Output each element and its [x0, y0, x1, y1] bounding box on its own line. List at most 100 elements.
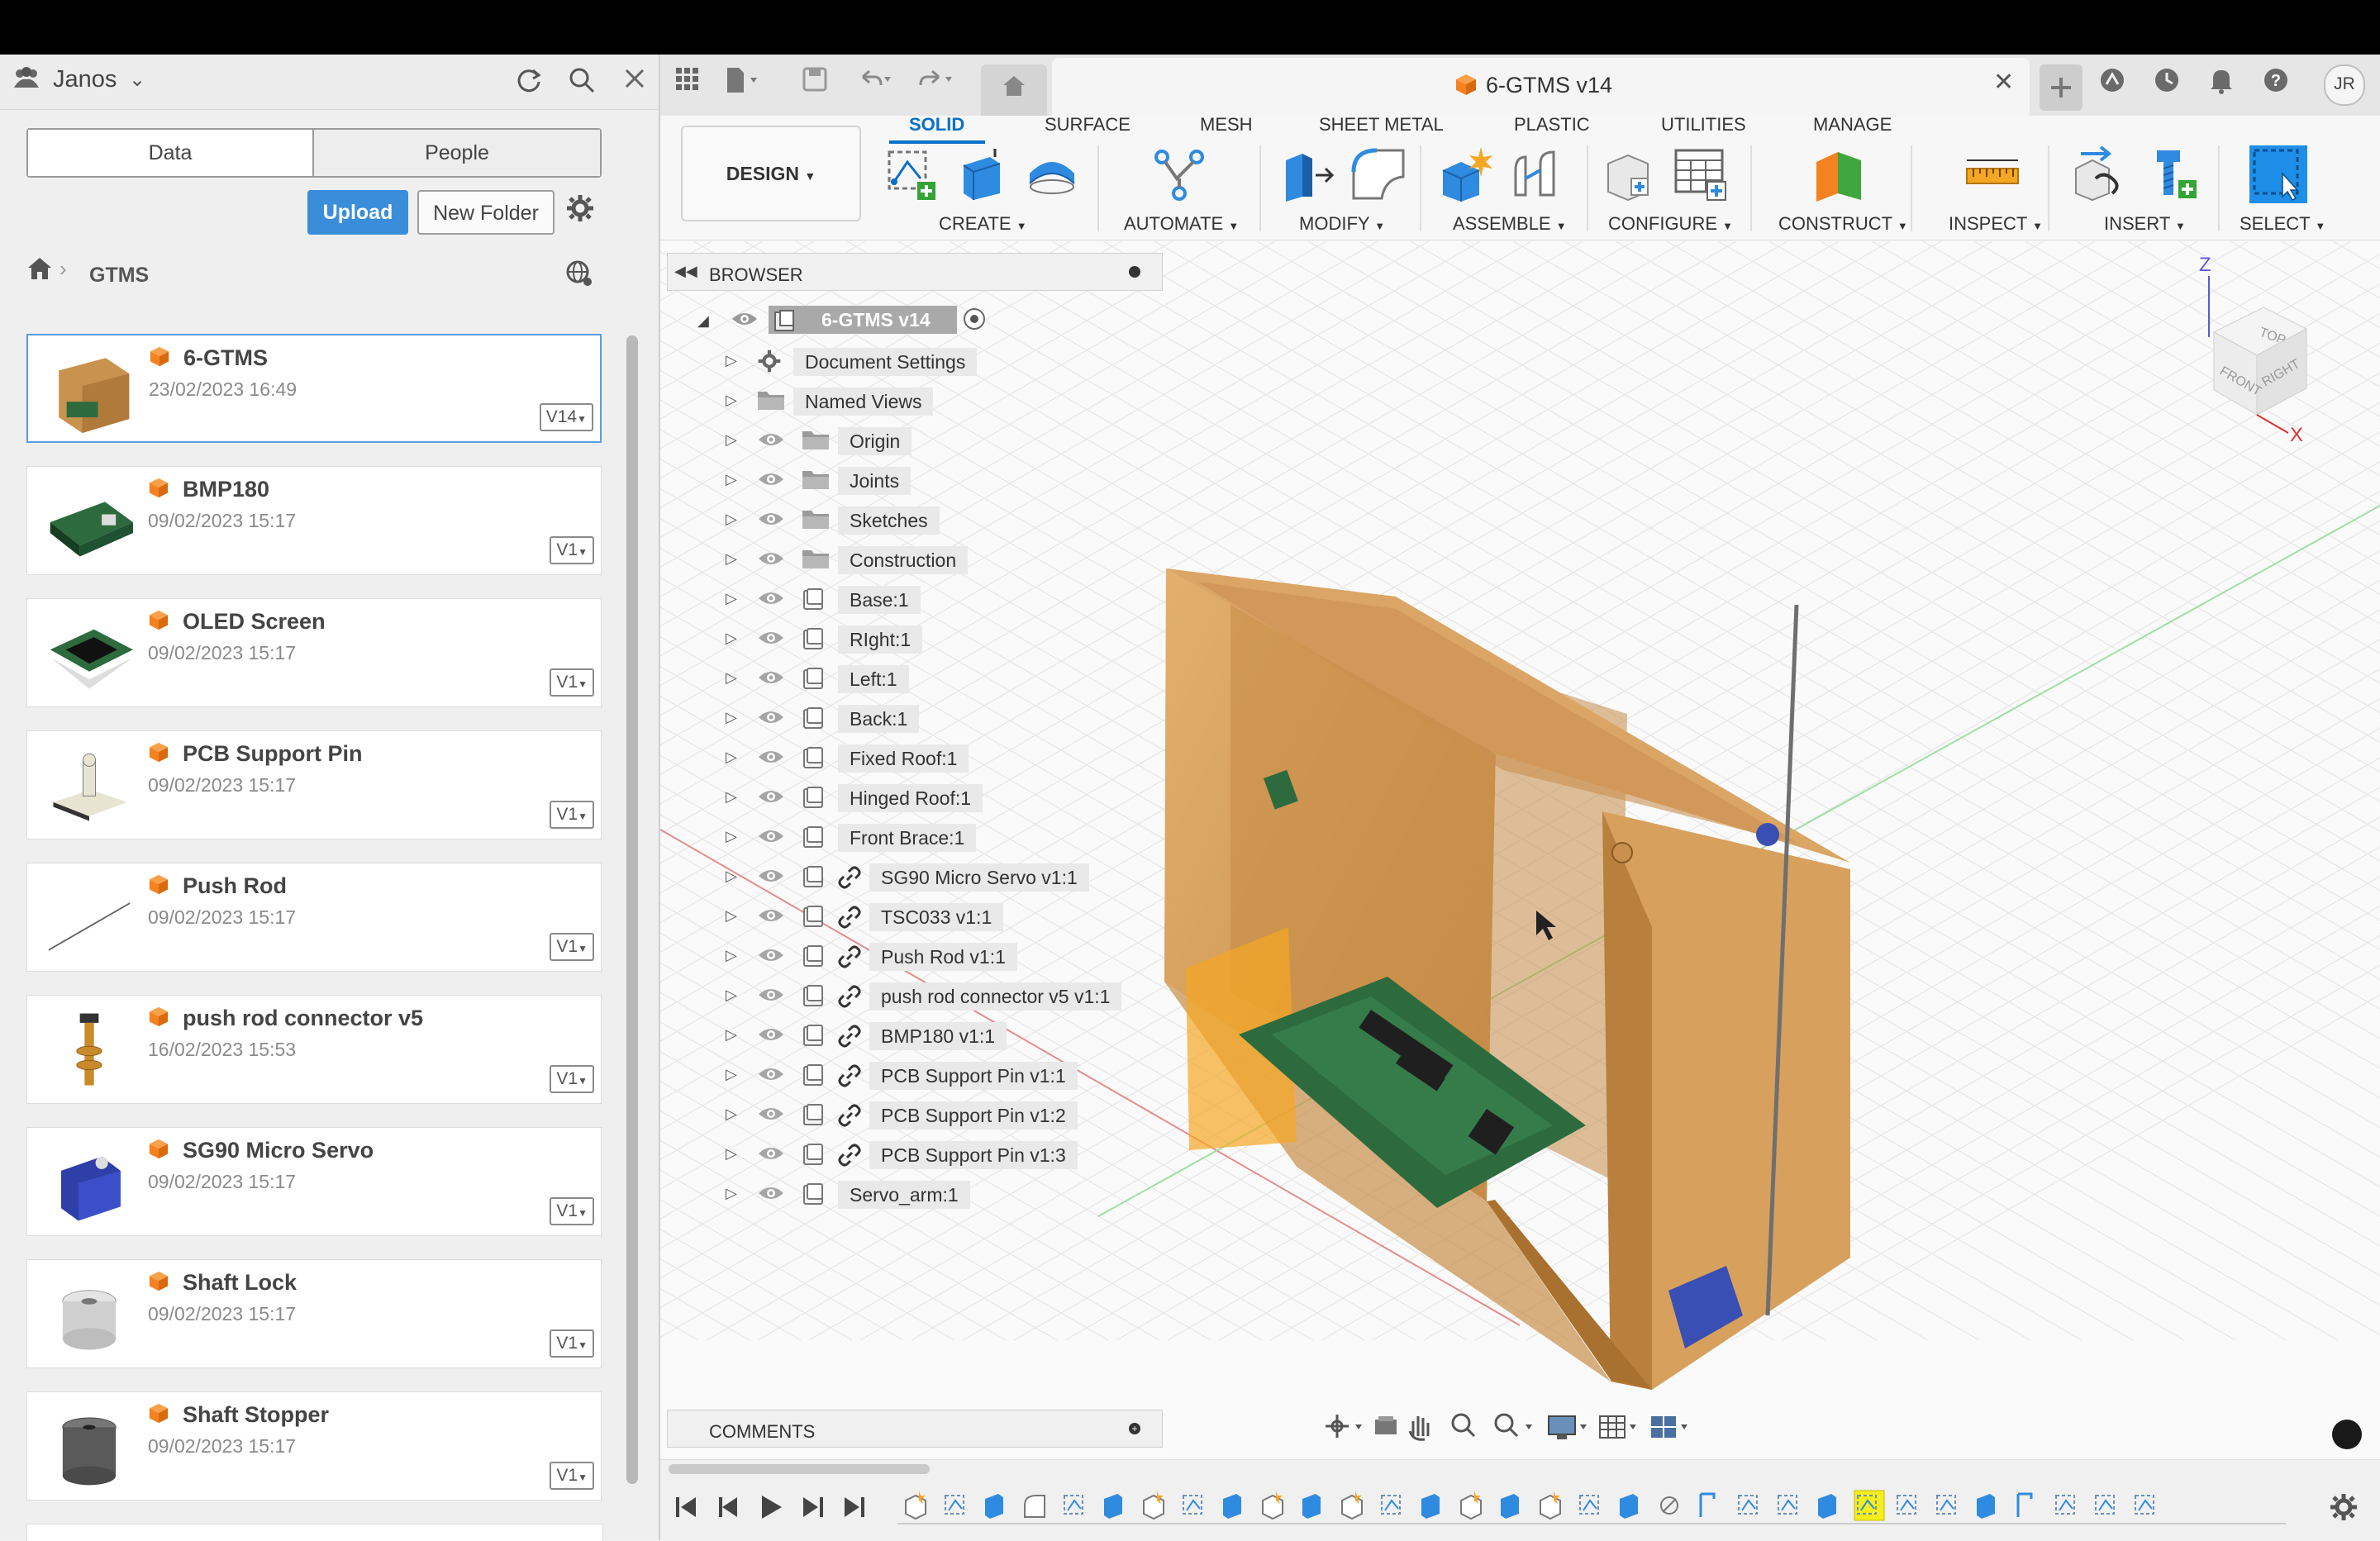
expand-triangle-icon[interactable]: ▷ [726, 947, 737, 964]
tree-node[interactable]: ▷ Push Rod v1:1 [678, 940, 1173, 973]
version-dropdown[interactable]: V14▼ [539, 403, 593, 431]
version-dropdown[interactable]: V1▼ [550, 668, 594, 697]
eye-icon[interactable] [757, 785, 785, 810]
tree-node[interactable]: ▷ PCB Support Pin v1:3 [678, 1139, 1173, 1172]
close-panel-icon[interactable] [618, 65, 651, 98]
save-icon[interactable] [797, 66, 833, 102]
file-thumbnail[interactable] [40, 875, 138, 961]
group-configure[interactable]: CONFIGURE ▼ [1608, 213, 1733, 235]
grid-settings-icon[interactable] [1599, 1415, 1636, 1439]
eye-icon[interactable] [757, 1063, 785, 1087]
file-thumbnail[interactable] [40, 743, 138, 829]
tree-node[interactable]: ▷ Servo_arm:1 [678, 1178, 1173, 1211]
eye-icon[interactable] [757, 587, 785, 611]
eye-icon[interactable] [757, 983, 785, 1008]
file-name[interactable]: Push Rod [183, 873, 287, 899]
new-folder-button[interactable]: New Folder [417, 190, 555, 235]
expand-triangle-icon[interactable]: ▷ [726, 1026, 737, 1044]
timeline-feature-sketch-icon[interactable] [1854, 1490, 1885, 1521]
group-select[interactable]: SELECT ▼ [2240, 213, 2325, 235]
insert-derive-icon[interactable] [2071, 145, 2129, 203]
expand-triangle-icon[interactable]: ▷ [726, 669, 737, 687]
timeline-feature-sketch-icon[interactable] [2095, 1495, 2115, 1515]
press-pull-icon[interactable] [1279, 145, 1337, 203]
expand-triangle-icon[interactable]: ▷ [726, 1145, 737, 1163]
display-settings-icon[interactable] [1548, 1415, 1587, 1439]
expand-triangle-icon[interactable]: ▷ [726, 828, 737, 845]
expand-triangle-icon[interactable]: ▷ [726, 630, 737, 647]
tree-node[interactable]: ▷ Back:1 [678, 702, 1173, 735]
file-thumbnail[interactable] [40, 1272, 138, 1358]
refresh-icon[interactable] [512, 65, 545, 98]
timeline-settings-icon[interactable] [2329, 1492, 2359, 1526]
tree-node[interactable]: ▷ Construction [678, 544, 1173, 577]
file-name[interactable]: PCB Support Pin [183, 741, 363, 767]
file-card[interactable]: Shaft Lock 09/02/2023 15:17 V1▼ [26, 1259, 602, 1368]
play-icon[interactable] [762, 1496, 782, 1519]
timeline-feature-extrude-icon[interactable] [1818, 1494, 1836, 1519]
group-modify[interactable]: MODIFY ▼ [1299, 213, 1385, 235]
eye-icon[interactable] [757, 507, 785, 532]
file-name[interactable]: BMP180 [183, 477, 269, 502]
expand-triangle-icon[interactable]: ▷ [726, 431, 737, 449]
feedback-icon[interactable] [2332, 1420, 2362, 1449]
pin-icon[interactable] [1129, 266, 1140, 278]
tree-node[interactable]: ▷ Left:1 [678, 663, 1173, 696]
chevron-down-icon[interactable]: ⌄ [129, 68, 145, 92]
upload-button[interactable]: Upload [307, 190, 408, 235]
timeline-feature-comp-icon[interactable] [1460, 1491, 1482, 1520]
redo-icon[interactable] [919, 66, 955, 102]
expand-triangle-icon[interactable]: ▷ [726, 987, 737, 1004]
collapse-triangle-icon[interactable]: ◢ [697, 312, 709, 330]
viewports-icon[interactable] [1651, 1416, 1687, 1438]
version-dropdown[interactable]: V1▼ [550, 801, 594, 829]
file-card[interactable]: push rod connector v5 16/02/2023 15:53 V1▼ [26, 995, 602, 1104]
tab-solid[interactable]: SOLID [909, 114, 964, 136]
timeline-feature-plane-icon[interactable] [1699, 1492, 1716, 1517]
team-name[interactable]: Janos [53, 66, 117, 93]
file-card[interactable]: BMP180 09/02/2023 15:17 V1▼ [26, 466, 602, 575]
extrude-icon[interactable] [952, 145, 1010, 203]
expand-triangle-icon[interactable]: ▷ [726, 352, 737, 369]
expand-triangle-icon[interactable]: ▷ [726, 392, 737, 409]
expand-triangle-icon[interactable]: ▷ [726, 709, 737, 726]
timeline-feature-extrude-icon[interactable] [1223, 1494, 1241, 1519]
version-dropdown[interactable]: V1▼ [550, 536, 594, 564]
eye-icon[interactable] [757, 547, 785, 572]
file-card[interactable]: 6-GTMS 23/02/2023 16:49 V14▼ [26, 334, 602, 443]
tab-utilities[interactable]: UTILITIES [1661, 114, 1746, 136]
home-icon[interactable] [26, 256, 53, 288]
undo-icon[interactable] [856, 66, 892, 102]
file-thumbnail[interactable] [40, 1404, 138, 1490]
eye-icon[interactable] [757, 626, 785, 651]
version-dropdown[interactable]: V1▼ [550, 1197, 594, 1225]
tab-data[interactable]: Data [28, 130, 314, 176]
eye-icon[interactable] [757, 825, 785, 849]
timeline-feature-extrude-icon[interactable] [1302, 1494, 1321, 1519]
expand-triangle-icon[interactable]: ▷ [726, 550, 737, 568]
tree-node[interactable]: ▷ Origin [678, 425, 1173, 458]
file-thumbnail[interactable] [40, 1139, 138, 1225]
timeline-feature-comp-icon[interactable] [1540, 1491, 1561, 1520]
search-icon[interactable] [565, 65, 598, 98]
tab-manage[interactable]: MANAGE [1813, 114, 1892, 136]
timeline-feature-sketch-icon[interactable] [1183, 1495, 1202, 1515]
timeline-feature-sketch-icon[interactable] [1064, 1495, 1083, 1515]
avatar[interactable]: JR [2324, 64, 2365, 106]
file-card[interactable]: Shaft Stopper 09/02/2023 15:17 V1▼ [26, 1391, 602, 1501]
group-create[interactable]: CREATE ▼ [939, 213, 1027, 235]
new-tab-button[interactable] [2040, 64, 2082, 111]
tree-node[interactable]: ▷ Named Views [678, 385, 1173, 418]
timeline-feature-sketch-icon[interactable] [1936, 1495, 1956, 1515]
select-icon[interactable] [2249, 145, 2307, 203]
timeline-feature-extrude-icon[interactable] [1977, 1494, 1995, 1519]
look-at-icon[interactable] [1375, 1416, 1397, 1434]
timeline-feature-comp-icon[interactable] [1262, 1491, 1283, 1520]
create-sketch-icon[interactable] [884, 145, 942, 203]
timeline-feature-sketch-icon[interactable] [2055, 1495, 2075, 1515]
file-name[interactable]: OLED Screen [183, 609, 326, 635]
group-automate[interactable]: AUTOMATE ▼ [1124, 213, 1239, 235]
timeline-feature-extrude-icon[interactable] [1501, 1494, 1519, 1519]
expand-triangle-icon[interactable]: ▷ [726, 868, 737, 885]
eye-icon[interactable] [757, 745, 785, 770]
